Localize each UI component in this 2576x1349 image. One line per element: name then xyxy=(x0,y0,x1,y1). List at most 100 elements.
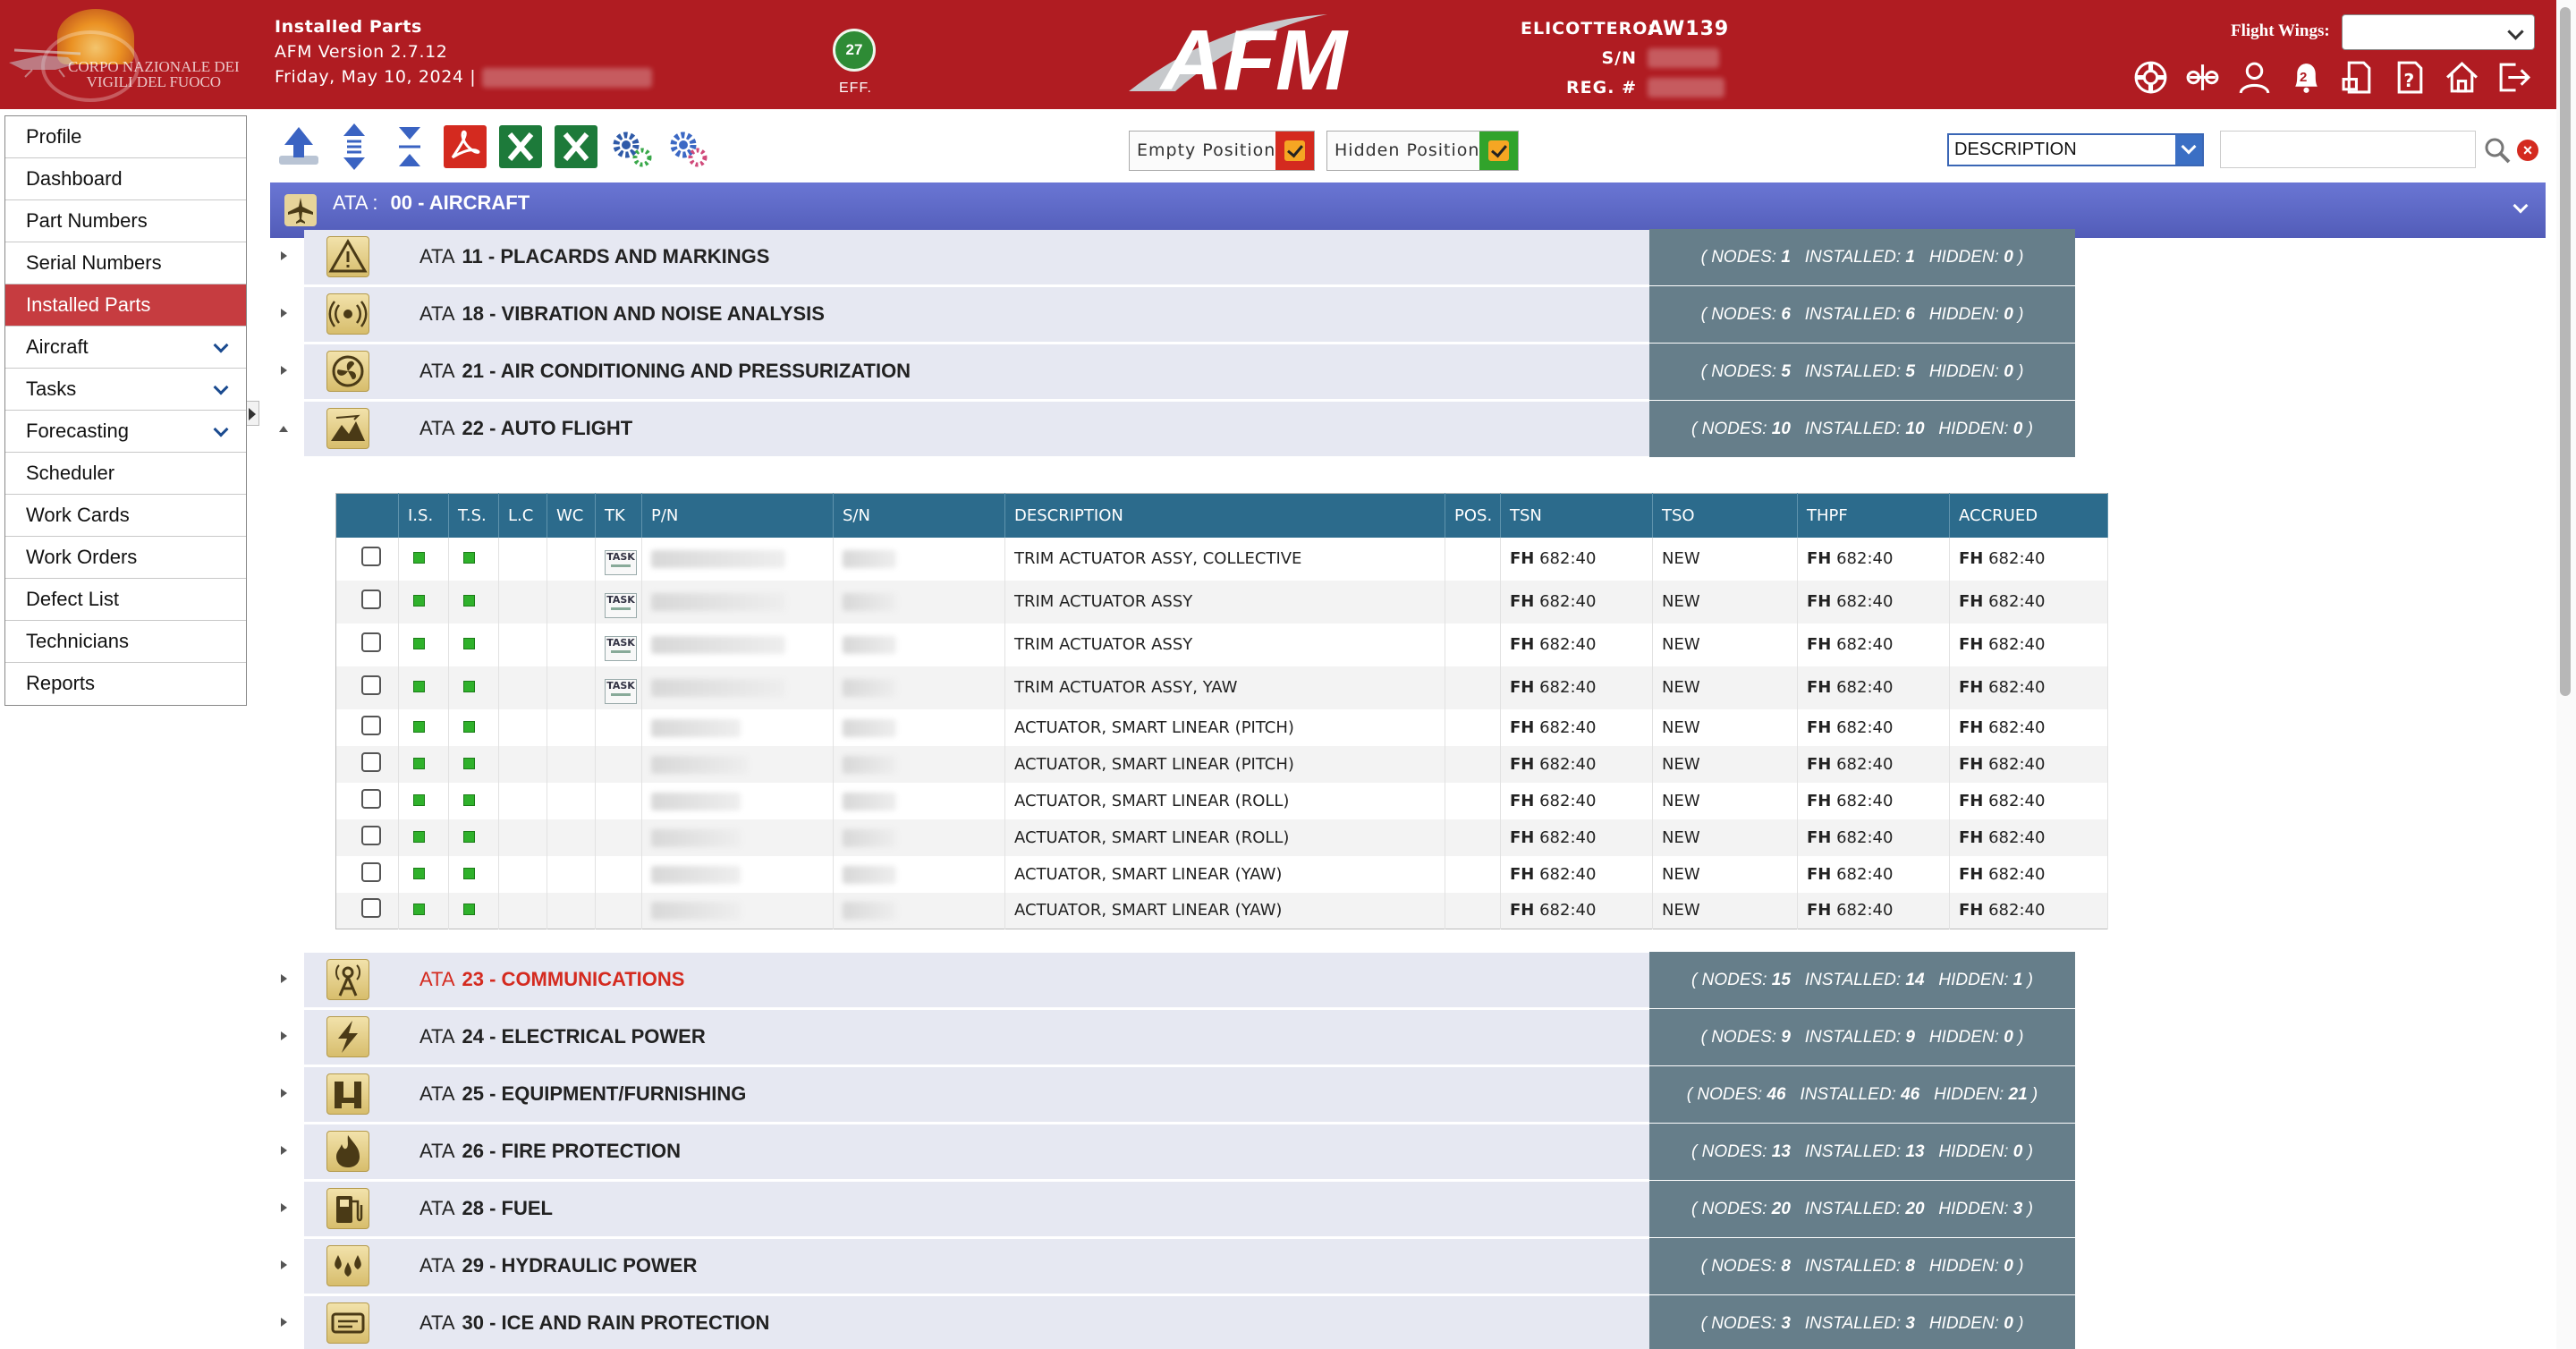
sidebar-item-tasks[interactable]: Tasks xyxy=(5,369,246,411)
settings-gears-alt-icon[interactable] xyxy=(664,120,710,174)
row-checkbox[interactable] xyxy=(361,788,381,809)
table-row[interactable]: TASK TRIM ACTUATOR ASSY FH 682:40 NEW FH 682… xyxy=(335,580,2108,624)
row-checkbox[interactable] xyxy=(361,715,381,735)
ata-group-row[interactable]: ATA 28 - FUEL ( NODES: 20 INSTALLED: 20 HI… xyxy=(281,1181,2075,1237)
notification-bell-icon[interactable]: 2 xyxy=(2288,59,2325,96)
sidebar-item-part-numbers[interactable]: Part Numbers xyxy=(5,200,246,242)
scrollbar-thumb[interactable] xyxy=(2560,7,2571,696)
ata-group-row[interactable]: ATA 21 - AIR CONDITIONING AND PRESSURIZAT… xyxy=(281,344,2075,400)
sidebar-item-serial-numbers[interactable]: Serial Numbers xyxy=(5,242,246,284)
sidebar-item-reports[interactable]: Reports xyxy=(5,663,246,705)
collapsed-triangle-icon[interactable] xyxy=(281,1089,287,1098)
upload-icon[interactable] xyxy=(275,120,322,174)
col-thpf[interactable]: THPF xyxy=(1797,493,1950,538)
col-is[interactable]: I.S. xyxy=(398,493,449,538)
ata-group-row[interactable]: ATA 23 - COMMUNICATIONS ( NODES: 15 INSTAL… xyxy=(281,952,2075,1008)
col-description[interactable]: DESCRIPTION xyxy=(1004,493,1445,538)
expand-all-icon[interactable] xyxy=(331,120,377,174)
col-lc[interactable]: L.C xyxy=(498,493,547,538)
user-icon[interactable] xyxy=(2236,59,2273,96)
table-row[interactable]: TASK TRIM ACTUATOR ASSY, COLLECTIVE FH 682… xyxy=(335,537,2108,581)
sidebar-item-dashboard[interactable]: Dashboard xyxy=(5,158,246,200)
collapsed-triangle-icon[interactable] xyxy=(281,366,287,375)
table-row[interactable]: TASK TRIM ACTUATOR ASSY FH 682:40 NEW FH 682… xyxy=(335,623,2108,666)
sidebar-item-aircraft[interactable]: Aircraft xyxy=(5,327,246,369)
flight-wings-select[interactable] xyxy=(2342,14,2535,50)
collapsed-triangle-icon[interactable] xyxy=(281,974,287,983)
row-checkbox[interactable] xyxy=(361,632,381,652)
col-tso[interactable]: TSO xyxy=(1652,493,1798,538)
page-scrollbar[interactable] xyxy=(2556,0,2576,1349)
balance-icon[interactable] xyxy=(2184,59,2221,96)
settings-gears-icon[interactable] xyxy=(608,120,655,174)
eff-count-badge[interactable]: 27 xyxy=(833,29,876,72)
row-checkbox[interactable] xyxy=(361,547,381,566)
row-checkbox[interactable] xyxy=(361,751,381,772)
row-checkbox[interactable] xyxy=(361,590,381,609)
ata-group-row[interactable]: ATA 25 - EQUIPMENT/FURNISHING ( NODES: 46 … xyxy=(281,1066,2075,1123)
expanded-triangle-icon[interactable] xyxy=(279,426,288,432)
collapsed-triangle-icon[interactable] xyxy=(281,1031,287,1040)
row-checkbox[interactable] xyxy=(361,825,381,845)
col-ts[interactable]: T.S. xyxy=(448,493,499,538)
chevron-down-icon[interactable] xyxy=(2512,198,2529,214)
hidden-position-toggle[interactable]: Hidden Position xyxy=(1326,131,1519,171)
search-field-select[interactable]: DESCRIPTION xyxy=(1947,133,2204,166)
clear-search-icon[interactable]: × xyxy=(2517,140,2538,161)
ata-group-row[interactable]: ATA 18 - VIBRATION AND NOISE ANALYSIS ( NO… xyxy=(281,286,2075,343)
task-icon[interactable]: TASK xyxy=(605,636,637,661)
sidebar-item-work-orders[interactable]: Work Orders xyxy=(5,537,246,579)
table-row[interactable]: ACTUATOR, SMART LINEAR (PITCH) FH 682:40 N… xyxy=(335,745,2108,783)
sidebar-item-profile[interactable]: Profile xyxy=(5,116,246,158)
task-icon[interactable]: TASK xyxy=(605,550,637,575)
collapsed-triangle-icon[interactable] xyxy=(281,1260,287,1269)
sidebar-item-forecasting[interactable]: Forecasting xyxy=(5,411,246,453)
ata-group-row[interactable]: ATA 26 - FIRE PROTECTION ( NODES: 13 INSTA… xyxy=(281,1124,2075,1180)
task-icon[interactable]: TASK xyxy=(605,679,637,704)
empty-position-toggle[interactable]: Empty Position xyxy=(1129,131,1315,171)
logout-icon[interactable] xyxy=(2496,59,2532,96)
col-tk[interactable]: TK xyxy=(595,493,642,538)
table-row[interactable]: ACTUATOR, SMART LINEAR (YAW) FH 682:40 NEW… xyxy=(335,855,2108,893)
document-lock-icon[interactable] xyxy=(2340,59,2377,96)
col-wc[interactable]: WC xyxy=(547,493,596,538)
table-row[interactable]: ACTUATOR, SMART LINEAR (YAW) FH 682:40 NEW… xyxy=(335,892,2108,929)
sidebar-item-installed-parts[interactable]: Installed Parts xyxy=(5,284,246,327)
sidebar-collapse-toggle[interactable] xyxy=(247,401,259,426)
col-pos[interactable]: POS. xyxy=(1445,493,1501,538)
table-row[interactable]: ACTUATOR, SMART LINEAR (ROLL) FH 682:40 NE… xyxy=(335,782,2108,819)
home-icon[interactable] xyxy=(2444,59,2480,96)
row-checkbox[interactable] xyxy=(361,675,381,695)
row-checkbox[interactable] xyxy=(361,898,381,919)
excel-export-alt-icon[interactable] xyxy=(553,120,599,174)
pdf-export-icon[interactable] xyxy=(442,120,488,174)
table-row[interactable]: TASK TRIM ACTUATOR ASSY, YAW FH 682:40 NEW F… xyxy=(335,666,2108,709)
collapsed-triangle-icon[interactable] xyxy=(281,1203,287,1212)
ata-group-row[interactable]: ATA 29 - HYDRAULIC POWER ( NODES: 8 INSTAL… xyxy=(281,1238,2075,1294)
table-row[interactable]: ACTUATOR, SMART LINEAR (ROLL) FH 682:40 NE… xyxy=(335,819,2108,856)
ata-group-row[interactable]: ATA 30 - ICE AND RAIN PROTECTION ( NODES: … xyxy=(281,1295,2075,1349)
col-tsn[interactable]: TSN xyxy=(1500,493,1653,538)
lifebuoy-icon[interactable] xyxy=(2132,59,2169,96)
ata-group-row[interactable]: ATA 24 - ELECTRICAL POWER ( NODES: 9 INSTA… xyxy=(281,1009,2075,1065)
search-icon[interactable] xyxy=(2483,136,2512,165)
sidebar-item-scheduler[interactable]: Scheduler xyxy=(5,453,246,495)
ata-group-row[interactable]: ATA 22 - AUTO FLIGHT ( NODES: 10 INSTALLED… xyxy=(279,401,2075,457)
col-pn[interactable]: P/N xyxy=(641,493,834,538)
row-checkbox[interactable] xyxy=(361,861,381,882)
collapsed-triangle-icon[interactable] xyxy=(281,309,287,318)
ata-group-row[interactable]: ATA 11 - PLACARDS AND MARKINGS ( NODES: 1 … xyxy=(281,229,2075,285)
collapsed-triangle-icon[interactable] xyxy=(281,1146,287,1155)
help-document-icon[interactable]: ? xyxy=(2392,59,2428,96)
col-accrued[interactable]: ACCRUED xyxy=(1949,493,2108,538)
collapse-all-icon[interactable] xyxy=(386,120,433,174)
sidebar-item-work-cards[interactable]: Work Cards xyxy=(5,495,246,537)
task-icon[interactable]: TASK xyxy=(605,593,637,618)
sidebar-item-technicians[interactable]: Technicians xyxy=(5,621,246,663)
excel-export-icon[interactable] xyxy=(497,120,544,174)
table-row[interactable]: ACTUATOR, SMART LINEAR (PITCH) FH 682:40 N… xyxy=(335,708,2108,746)
collapsed-triangle-icon[interactable] xyxy=(281,1318,287,1327)
collapsed-triangle-icon[interactable] xyxy=(281,251,287,260)
sidebar-item-defect-list[interactable]: Defect List xyxy=(5,579,246,621)
col-sn[interactable]: S/N xyxy=(833,493,1005,538)
